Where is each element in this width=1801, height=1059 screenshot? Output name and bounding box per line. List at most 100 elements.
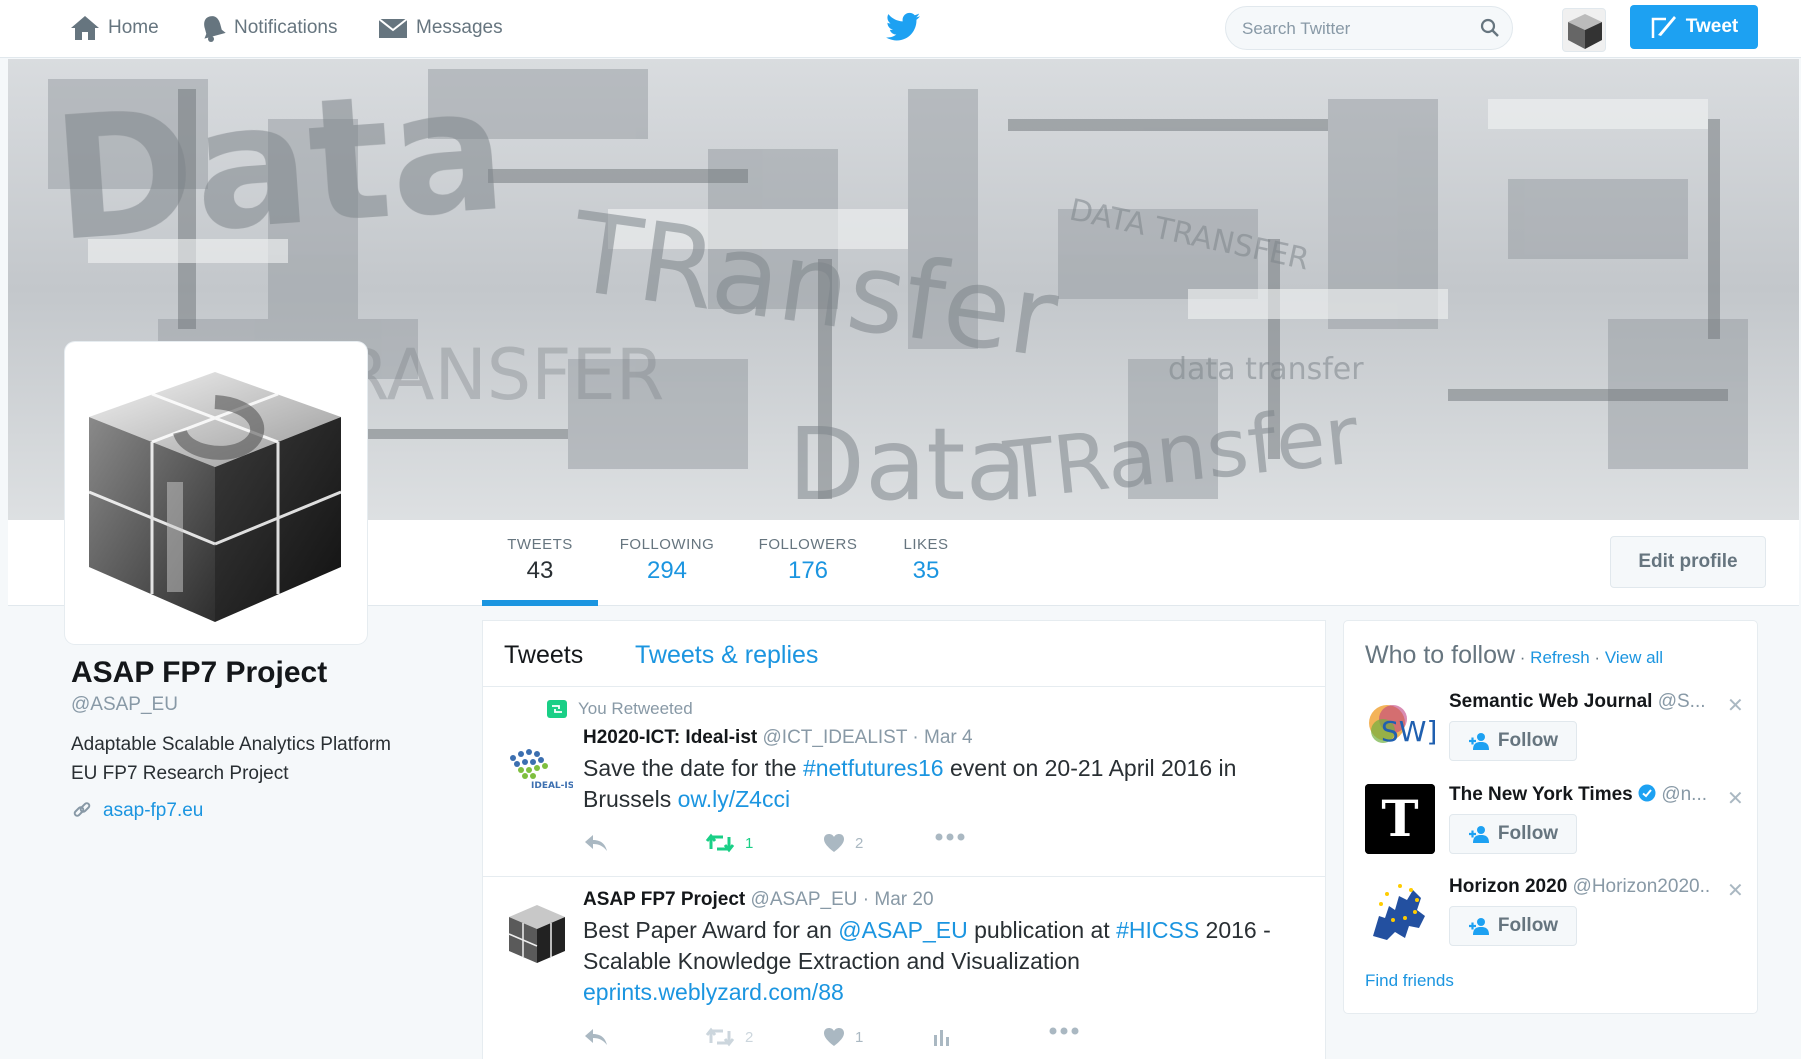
tweet-button[interactable]: Tweet: [1630, 5, 1758, 49]
tweet-date[interactable]: · Mar 20: [863, 889, 934, 910]
stat-following[interactable]: FOLLOWING 294: [612, 536, 722, 585]
close-icon[interactable]: ✕: [1727, 786, 1744, 811]
nyt-logo-icon: T: [1365, 784, 1435, 854]
link-icon: [73, 802, 91, 817]
stat-label: TWEETS: [507, 536, 573, 553]
stat-tweets[interactable]: TWEETS 43: [500, 536, 580, 585]
profile-website[interactable]: asap-fp7.eu: [71, 800, 203, 822]
rec-handle[interactable]: @S...: [1658, 691, 1706, 712]
nav-notifications-label: Notifications: [234, 17, 338, 38]
rec-display-name[interactable]: The New York Times: [1449, 784, 1633, 805]
nav-messages[interactable]: Messages: [378, 12, 503, 44]
more-button[interactable]: [1049, 1027, 1089, 1035]
tweet-hashtag[interactable]: #HICSS: [1116, 917, 1199, 943]
user-avatar[interactable]: [1562, 8, 1606, 52]
rec-name: The New York Times @n...: [1449, 784, 1709, 806]
retweet-icon: [547, 700, 567, 718]
search-icon[interactable]: [1480, 18, 1500, 38]
tweet-text: Best Paper Award for an @ASAP_EU publica…: [583, 915, 1283, 1008]
retweet-context-label: You Retweeted: [578, 699, 693, 718]
tab-tweets[interactable]: Tweets: [504, 641, 583, 670]
nav-messages-label: Messages: [416, 17, 503, 38]
home-icon: [71, 16, 99, 40]
avatar-label: IDEAL-IST: [531, 781, 573, 791]
tweet-date[interactable]: · Mar 4: [912, 727, 972, 748]
reply-icon: [585, 1029, 607, 1045]
follow-button[interactable]: Follow: [1449, 721, 1577, 761]
find-friends-link[interactable]: Find friends: [1365, 971, 1454, 991]
rec-avatar[interactable]: SW]: [1365, 691, 1435, 761]
tweet-link[interactable]: eprints.weblyzard.com/88: [583, 979, 844, 1005]
rec-handle[interactable]: @Horizon2020...: [1573, 876, 1709, 897]
tweet-author-handle[interactable]: @ICT_IDEALIST: [763, 727, 908, 748]
tweet-item[interactable]: ASAP FP7 Project @ASAP_EU · Mar 20 Best …: [483, 877, 1325, 1059]
tweet-hashtag[interactable]: #netfutures16: [803, 755, 944, 781]
profile-name[interactable]: ASAP FP7 Project: [71, 656, 327, 690]
cube-logo-icon: [88, 372, 342, 622]
profile-avatar[interactable]: [65, 342, 367, 644]
tweet-author-name[interactable]: H2020-ICT: Ideal-ist: [583, 727, 757, 748]
rec-avatar[interactable]: T: [1365, 784, 1435, 854]
recommendation-item: T The New York Times @n... ✕ Follow: [1365, 784, 1745, 874]
stat-label: FOLLOWING: [619, 536, 715, 553]
edit-profile-button[interactable]: Edit profile: [1610, 536, 1766, 588]
follow-button[interactable]: Follow: [1449, 906, 1577, 946]
tweet-item[interactable]: You Retweeted IDEAL-IST H2020-ICT: Ideal…: [483, 687, 1325, 877]
banner-text: data transfer: [1168, 352, 1364, 387]
view-all-link[interactable]: View all: [1605, 648, 1663, 667]
rec-name: Horizon 2020 @Horizon2020...: [1449, 876, 1709, 898]
nav-home-label: Home: [108, 17, 159, 38]
who-to-follow: Who to follow · Refresh · View all SW] S…: [1343, 620, 1758, 1014]
follow-button-label: Follow: [1497, 915, 1559, 936]
recommendation-item: Horizon 2020 @Horizon2020... ✕ Follow: [1365, 876, 1745, 966]
tweet-text: Save the date for the #netfutures16 even…: [583, 753, 1283, 815]
envelope-icon: [378, 18, 408, 38]
rec-avatar[interactable]: [1365, 876, 1435, 946]
follow-person-icon: [1468, 733, 1489, 750]
search-input[interactable]: [1242, 16, 1472, 42]
nav-notifications[interactable]: Notifications: [200, 12, 338, 44]
rec-handle[interactable]: @n...: [1661, 784, 1707, 805]
like-button[interactable]: 1: [823, 1027, 863, 1047]
timeline: Tweets Tweets & replies You Retweeted ID…: [482, 620, 1326, 1059]
more-button[interactable]: [935, 833, 975, 841]
twitter-logo[interactable]: [886, 12, 920, 47]
close-icon[interactable]: ✕: [1727, 693, 1744, 718]
analytics-button[interactable]: [931, 1027, 961, 1047]
reply-button[interactable]: [583, 833, 619, 853]
tweet-author-handle[interactable]: @ASAP_EU: [751, 889, 858, 910]
verified-icon: [1638, 784, 1656, 802]
tweet-header: ASAP FP7 Project @ASAP_EU · Mar 20: [583, 889, 934, 911]
who-to-follow-title: Who to follow: [1365, 641, 1516, 669]
follow-button-label: Follow: [1497, 823, 1559, 844]
like-button[interactable]: 2: [823, 833, 863, 853]
nav-home[interactable]: Home: [70, 12, 159, 44]
tweet-actions: 1 2: [583, 833, 1083, 857]
profile-handle[interactable]: @ASAP_EU: [71, 694, 178, 716]
stat-value: 43: [526, 557, 554, 584]
tweet-mention[interactable]: @ASAP_EU: [838, 917, 967, 943]
tweet-avatar[interactable]: [501, 897, 573, 969]
tweet-link[interactable]: ow.ly/Z4cci: [678, 786, 790, 812]
heart-icon: [824, 1028, 844, 1046]
rec-display-name[interactable]: Horizon 2020: [1449, 876, 1567, 897]
tweet-author-name[interactable]: ASAP FP7 Project: [583, 889, 745, 910]
close-icon[interactable]: ✕: [1727, 878, 1744, 903]
avatar-label: SW]: [1381, 715, 1435, 748]
profile-bio: Adaptable Scalable Analytics Platform EU…: [71, 730, 431, 788]
stat-value: 176: [787, 557, 829, 584]
active-tab-indicator: [482, 600, 598, 606]
banner-text: Data: [788, 406, 1027, 520]
rec-name: Semantic Web Journal @S...: [1449, 691, 1709, 713]
rec-display-name[interactable]: Semantic Web Journal: [1449, 691, 1652, 712]
reply-button[interactable]: [583, 1027, 619, 1047]
tweet-avatar[interactable]: IDEAL-IST: [501, 732, 573, 804]
tab-tweets-and-replies[interactable]: Tweets & replies: [635, 641, 818, 670]
follow-button[interactable]: Follow: [1449, 814, 1577, 854]
bio-line: Adaptable Scalable Analytics Platform: [71, 734, 392, 755]
retweet-button[interactable]: 2: [705, 1027, 753, 1047]
stat-followers[interactable]: FOLLOWERS 176: [753, 536, 863, 585]
refresh-link[interactable]: Refresh: [1530, 648, 1590, 667]
stat-likes[interactable]: LIKES 35: [896, 536, 956, 585]
retweet-button[interactable]: 1: [705, 833, 753, 853]
